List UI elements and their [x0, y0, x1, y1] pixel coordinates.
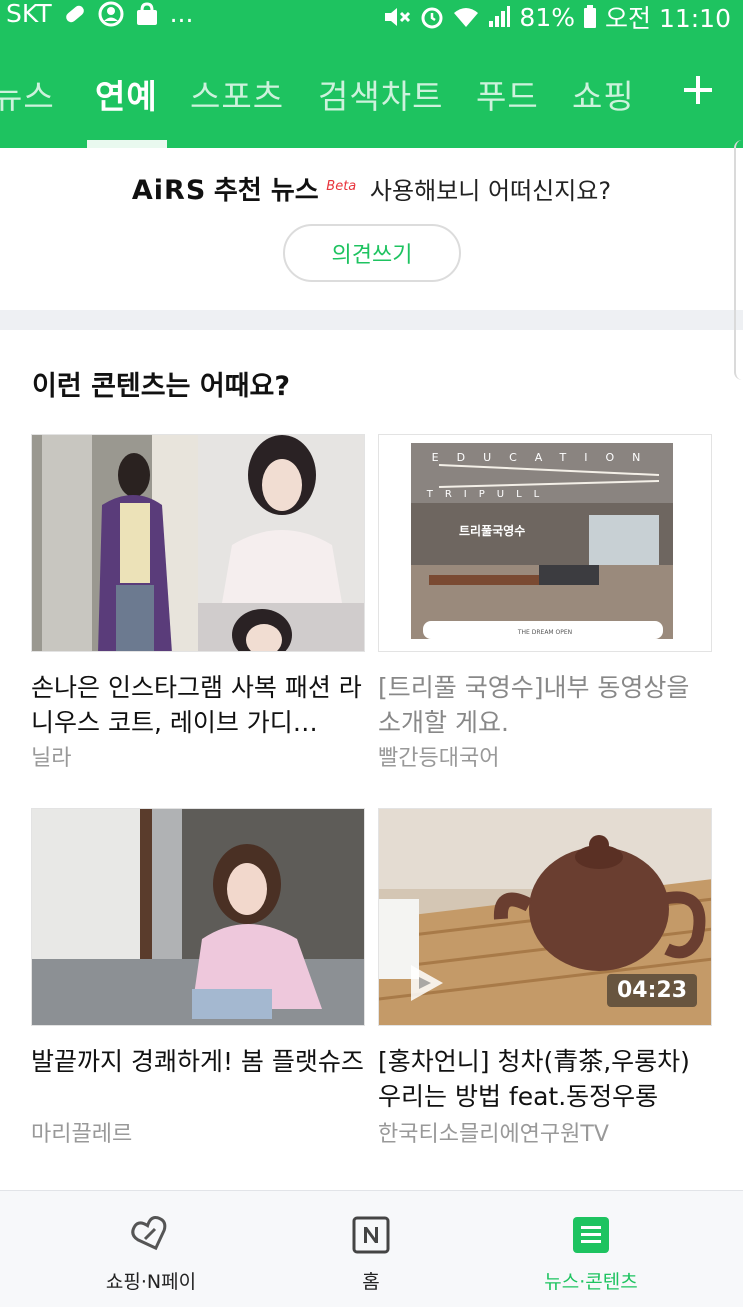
card-thumbnail[interactable] — [31, 434, 365, 652]
active-tab-indicator — [87, 140, 167, 148]
fashion-photo-collage — [32, 435, 364, 651]
airs-logo: AiRS — [131, 175, 207, 206]
account-icon — [98, 1, 124, 26]
battery-icon — [584, 5, 596, 28]
bottom-navigation: 쇼핑·N페이 홈 뉴스·콘텐츠 — [0, 1190, 743, 1307]
signal-icon — [489, 6, 511, 27]
scroll-indicator[interactable] — [734, 140, 743, 380]
fashion-photo — [32, 809, 364, 1025]
card-title[interactable]: [트리풀 국영수]내부 동영상을 소개할 게요. — [378, 670, 712, 740]
wifi-icon — [454, 8, 479, 27]
section-divider — [0, 310, 743, 330]
card-thumbnail[interactable] — [31, 808, 365, 1026]
tab-sports[interactable]: 스포츠 — [190, 70, 284, 118]
naver-n-icon — [352, 1216, 390, 1254]
tab-news[interactable]: 뉴스 — [0, 70, 55, 118]
airs-question: 사용해보니 어떠신지요? — [369, 177, 612, 205]
card-thumbnail[interactable]: EDUCATION TRIPULL 트리풀국영수 THE DREAM OPEN — [378, 434, 712, 652]
write-opinion-button[interactable]: 의견쓰기 — [283, 224, 461, 282]
thumb-sign-text: EDUCATION — [432, 451, 659, 464]
airs-feedback-panel: AiRS 추천 뉴스 Beta 사용해보니 어떠신지요? 의견쓰기 — [0, 148, 743, 310]
alarm-icon — [421, 7, 443, 29]
card-title[interactable]: [홍차언니] 청차(青茶,우롱차) 우리는 방법 feat.동정우롱 — [378, 1044, 712, 1114]
content-card-1[interactable]: 손나은 인스타그램 사복 패션 라니우스 코트, 레이브 가디… 닐라 — [31, 434, 365, 774]
clock: 오전 11:10 — [605, 4, 731, 33]
news-icon — [573, 1217, 609, 1253]
tab-search-chart[interactable]: 검색차트 — [318, 70, 443, 118]
pill-icon — [65, 5, 84, 22]
mute-icon — [385, 8, 411, 26]
bottom-nav-label: 뉴스·콘텐츠 — [544, 1271, 638, 1293]
category-tabs: 뉴스 연예 스포츠 검색차트 푸드 쇼핑 — [0, 62, 743, 122]
thumb-footer-text: THE DREAM OPEN — [517, 629, 572, 636]
add-tab-icon[interactable] — [678, 70, 718, 110]
tab-shopping[interactable]: 쇼핑 — [572, 70, 635, 118]
card-title[interactable]: 손나은 인스타그램 사복 패션 라니우스 코트, 레이브 가디… — [31, 670, 365, 740]
play-icon[interactable] — [401, 959, 449, 1007]
content-card-3[interactable]: 발끝까지 경쾌하게! 봄 플랫슈즈 마리끌레르 — [31, 808, 365, 1148]
section-title: 이런 콘텐츠는 어때요? — [32, 371, 291, 402]
airs-title: 추천 뉴스 — [213, 176, 319, 206]
top-header: SKT ... 81% 오전 11:10 뉴스 연예 스포츠 검색차트 푸드 쇼… — [0, 0, 743, 148]
card-source: 빨간등대국어 — [378, 746, 500, 771]
bottom-nav-home[interactable]: 홈 — [247, 1191, 495, 1307]
bottom-nav-shopping[interactable]: 쇼핑·N페이 — [27, 1191, 275, 1307]
airs-prompt: AiRS 추천 뉴스 Beta 사용해보니 어떠신지요? — [0, 170, 743, 207]
bottom-nav-label: 홈 — [362, 1271, 380, 1293]
content-card-4[interactable]: 04:23 [홍차언니] 청차(青茶,우롱차) 우리는 방법 feat.동정우롱… — [378, 808, 712, 1148]
card-thumbnail[interactable]: 04:23 — [378, 808, 712, 1026]
carrier-label: SKT — [6, 0, 52, 28]
heart-link-icon — [131, 1215, 167, 1251]
more-notifications: ... — [169, 0, 194, 28]
bottom-nav-label: 쇼핑·N페이 — [105, 1271, 197, 1293]
bottom-nav-news[interactable]: 뉴스·콘텐츠 — [467, 1191, 715, 1307]
classroom-photo: EDUCATION TRIPULL 트리풀국영수 THE DREAM OPEN — [379, 435, 711, 651]
status-bar: SKT ... 81% 오전 11:10 — [0, 0, 743, 33]
card-source: 한국티소믈리에연구원TV — [378, 1122, 609, 1147]
card-title[interactable]: 발끝까지 경쾌하게! 봄 플랫슈즈 — [31, 1044, 365, 1079]
thumb-name-text: 트리풀국영수 — [459, 523, 525, 538]
card-source: 닐라 — [31, 746, 72, 771]
content-card-2[interactable]: EDUCATION TRIPULL 트리풀국영수 THE DREAM OPEN … — [378, 434, 712, 774]
beta-badge: Beta — [326, 179, 357, 194]
thumb-sign-text-2: TRIPULL — [426, 489, 552, 500]
card-source: 마리끌레르 — [31, 1122, 133, 1147]
battery-percent: 81% — [519, 2, 575, 32]
shopping-bag-icon — [136, 1, 157, 25]
tab-food[interactable]: 푸드 — [476, 70, 539, 118]
tab-entertainment[interactable]: 연예 — [95, 70, 158, 118]
video-duration: 04:23 — [606, 974, 697, 1007]
